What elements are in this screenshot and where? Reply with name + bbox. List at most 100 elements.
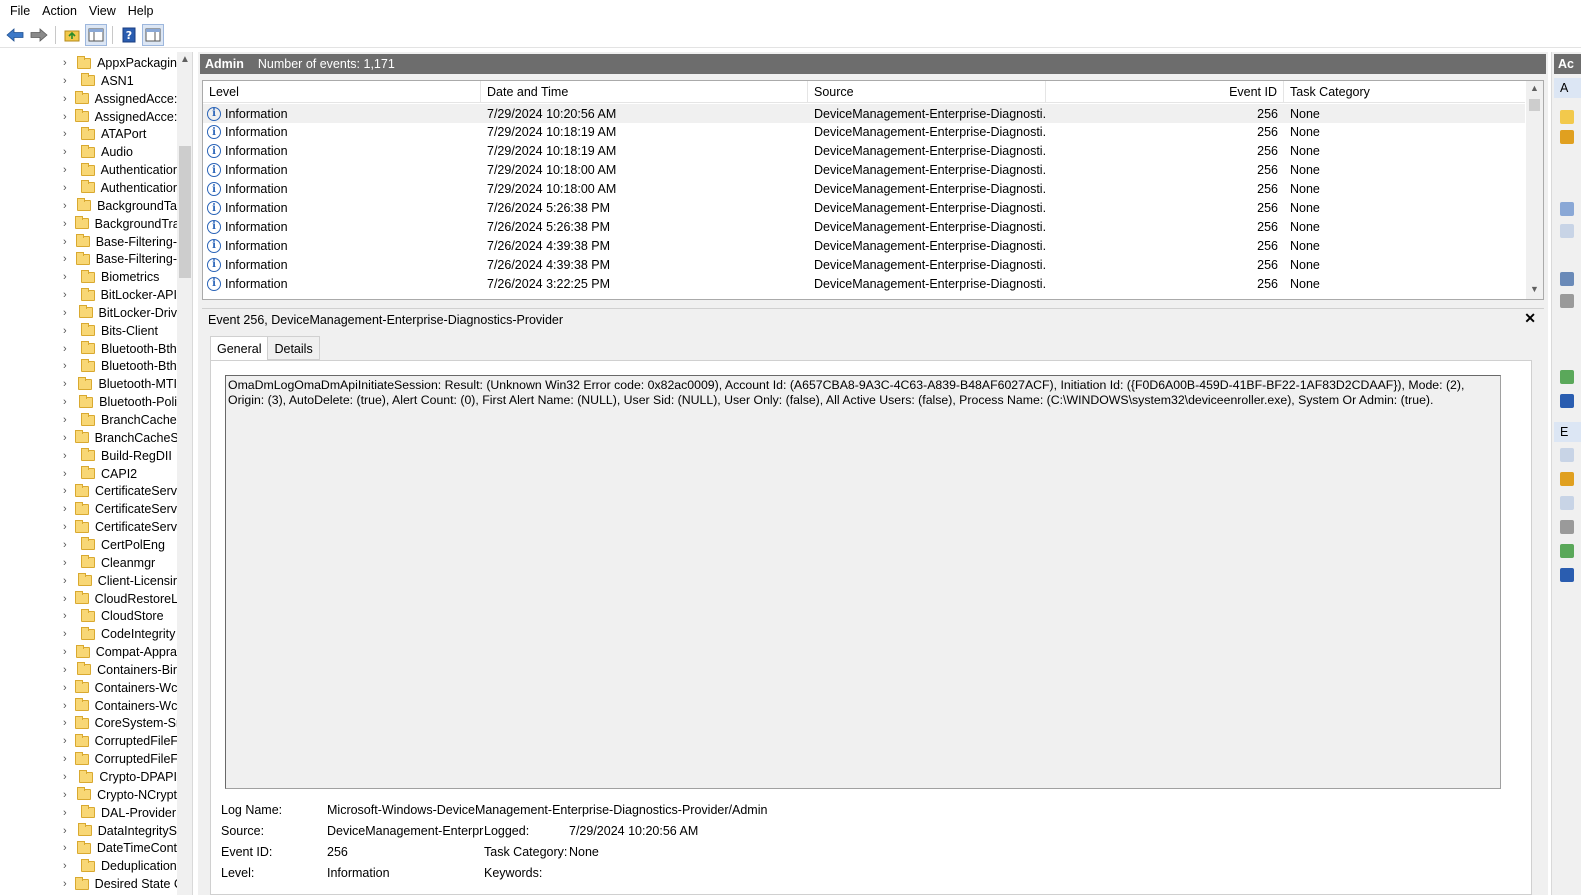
tree-item[interactable]: › BackgroundTra: [0, 215, 177, 233]
table-row[interactable]: i Information 7/29/2024 10:20:56 AM DeviceM…: [203, 104, 1525, 123]
chevron-right-icon[interactable]: ›: [63, 75, 73, 87]
chevron-right-icon[interactable]: ›: [63, 378, 70, 390]
chevron-right-icon[interactable]: ›: [63, 164, 73, 176]
chevron-right-icon[interactable]: ›: [63, 753, 67, 765]
refresh-event-icon[interactable]: [1560, 544, 1574, 558]
chevron-right-icon[interactable]: ›: [63, 271, 73, 283]
tree-item[interactable]: › CertificateServ: [0, 518, 177, 536]
chevron-right-icon[interactable]: ›: [63, 521, 67, 533]
tree-item[interactable]: › Bluetooth-Bth: [0, 340, 177, 358]
tree-item[interactable]: › Base-Filtering-: [0, 250, 177, 268]
tree-item[interactable]: › Client-Licensir: [0, 572, 177, 590]
chevron-right-icon[interactable]: ›: [63, 182, 73, 194]
filter-log-icon[interactable]: [1560, 202, 1574, 216]
chevron-right-icon[interactable]: ›: [63, 610, 73, 622]
table-row[interactable]: i Information 7/26/2024 3:22:25 PM DeviceMa…: [203, 274, 1525, 293]
scroll-down-icon[interactable]: ▼: [1526, 284, 1543, 294]
table-row[interactable]: i Information 7/29/2024 10:18:00 AM DeviceM…: [203, 161, 1525, 180]
tree-item[interactable]: › DAL-Provider: [0, 804, 177, 822]
chevron-right-icon[interactable]: ›: [63, 878, 67, 890]
refresh-icon[interactable]: [1560, 370, 1574, 384]
chevron-right-icon[interactable]: ›: [63, 468, 73, 480]
tree-item[interactable]: › Bits-Client: [0, 322, 177, 340]
tree-item[interactable]: › BranchCache: [0, 411, 177, 429]
tree-item[interactable]: › AssignedAcce:: [0, 108, 177, 126]
chevron-right-icon[interactable]: ›: [63, 717, 67, 729]
chevron-right-icon[interactable]: ›: [63, 646, 68, 658]
table-row[interactable]: i Information 7/26/2024 5:26:38 PM DeviceMa…: [203, 217, 1525, 236]
tree-item[interactable]: › DataIntegrityS: [0, 822, 177, 840]
column-date-time[interactable]: Date and Time: [481, 81, 808, 103]
tree-item[interactable]: › Bluetooth-MTI: [0, 375, 177, 393]
event-message[interactable]: OmaDmLogOmaDmApiInitiateSession: Result:…: [225, 375, 1501, 789]
chevron-right-icon[interactable]: ›: [63, 93, 67, 105]
level-value[interactable]: Information: [327, 866, 390, 880]
chevron-right-icon[interactable]: ›: [63, 539, 73, 551]
actions-section-event[interactable]: E: [1554, 422, 1581, 442]
tab-general[interactable]: General: [210, 336, 269, 361]
table-row[interactable]: i Information 7/26/2024 4:39:38 PM DeviceMa…: [203, 255, 1525, 274]
chevron-right-icon[interactable]: ›: [63, 414, 73, 426]
save-icon[interactable]: [1560, 294, 1574, 308]
scroll-up-icon[interactable]: ▲: [177, 54, 192, 68]
table-row[interactable]: i Information 7/29/2024 10:18:00 AM DeviceM…: [203, 180, 1525, 199]
tree-item[interactable]: › Base-Filtering-: [0, 233, 177, 251]
chevron-right-icon[interactable]: ›: [63, 682, 67, 694]
log-name-value[interactable]: Microsoft-Windows-DeviceManagement-Enter…: [327, 803, 767, 817]
attach-task-icon[interactable]: [1560, 472, 1574, 486]
forward-arrow-icon[interactable]: [28, 24, 50, 46]
chevron-right-icon[interactable]: ›: [63, 842, 69, 854]
tree-scrollbar[interactable]: ▲: [177, 52, 192, 895]
show-action-pane-icon[interactable]: [142, 23, 164, 46]
tree-item[interactable]: › CAPI2: [0, 465, 177, 483]
event-id-value[interactable]: 256: [327, 845, 348, 859]
table-row[interactable]: i Information 7/29/2024 10:18:19 AM DeviceM…: [203, 142, 1525, 161]
chevron-right-icon[interactable]: ›: [63, 200, 69, 212]
tree-item[interactable]: › Deduplication: [0, 857, 177, 875]
chevron-right-icon[interactable]: ›: [63, 485, 67, 497]
table-row[interactable]: i Information 7/29/2024 10:18:19 AM DeviceM…: [203, 123, 1525, 142]
menu-view[interactable]: View: [83, 0, 122, 22]
help-icon[interactable]: [1560, 394, 1574, 408]
chevron-right-icon[interactable]: ›: [63, 503, 67, 515]
chevron-right-icon[interactable]: ›: [63, 236, 68, 248]
tree-item[interactable]: › CorruptedFileF: [0, 732, 177, 750]
chevron-right-icon[interactable]: ›: [63, 450, 73, 462]
tree-item[interactable]: › Containers-Bir: [0, 661, 177, 679]
scroll-up-icon[interactable]: ▲: [1526, 83, 1543, 93]
chevron-right-icon[interactable]: ›: [63, 218, 67, 230]
grid-scroll-thumb[interactable]: [1529, 99, 1540, 111]
chevron-right-icon[interactable]: ›: [63, 307, 71, 319]
logged-value[interactable]: 7/29/2024 10:20:56 AM: [569, 824, 698, 838]
tree-item[interactable]: › BitLocker-API: [0, 286, 177, 304]
menu-file[interactable]: File: [4, 0, 36, 22]
chevron-right-icon[interactable]: ›: [63, 111, 67, 123]
tree-item[interactable]: › BitLocker-Driv: [0, 304, 177, 322]
filter-icon[interactable]: [1560, 130, 1574, 144]
tree-item[interactable]: › Cleanmgr: [0, 554, 177, 572]
event-properties-icon[interactable]: [1560, 448, 1574, 462]
chevron-right-icon[interactable]: ›: [63, 771, 71, 783]
tree-item[interactable]: › Bluetooth-Bth: [0, 357, 177, 375]
chevron-right-icon[interactable]: ›: [63, 557, 73, 569]
tree-item[interactable]: › Containers-Wc: [0, 679, 177, 697]
chevron-right-icon[interactable]: ›: [63, 253, 68, 265]
show-hide-tree-icon[interactable]: [85, 23, 107, 46]
help-event-icon[interactable]: [1560, 568, 1574, 582]
tree-item[interactable]: › Desired State C: [0, 875, 177, 893]
task-category-value[interactable]: None: [569, 845, 599, 859]
chevron-right-icon[interactable]: ›: [63, 825, 70, 837]
table-row[interactable]: i Information 7/26/2024 5:26:38 PM DeviceMa…: [203, 199, 1525, 218]
tree-item[interactable]: › CloudRestoreL: [0, 590, 177, 608]
tree-item[interactable]: › Authenticatior: [0, 161, 177, 179]
tree-item[interactable]: › CertificateServ: [0, 482, 177, 500]
column-task-category[interactable]: Task Category: [1284, 81, 1525, 103]
tree-item[interactable]: › Compat-Appra: [0, 643, 177, 661]
menu-action[interactable]: Action: [36, 0, 83, 22]
chevron-right-icon[interactable]: ›: [63, 593, 67, 605]
chevron-right-icon[interactable]: ›: [63, 343, 73, 355]
chevron-right-icon[interactable]: ›: [63, 432, 67, 444]
tree-item[interactable]: › Biometrics: [0, 268, 177, 286]
tree-item[interactable]: › DateTimeCont: [0, 839, 177, 857]
folder-up-icon[interactable]: [61, 24, 83, 46]
